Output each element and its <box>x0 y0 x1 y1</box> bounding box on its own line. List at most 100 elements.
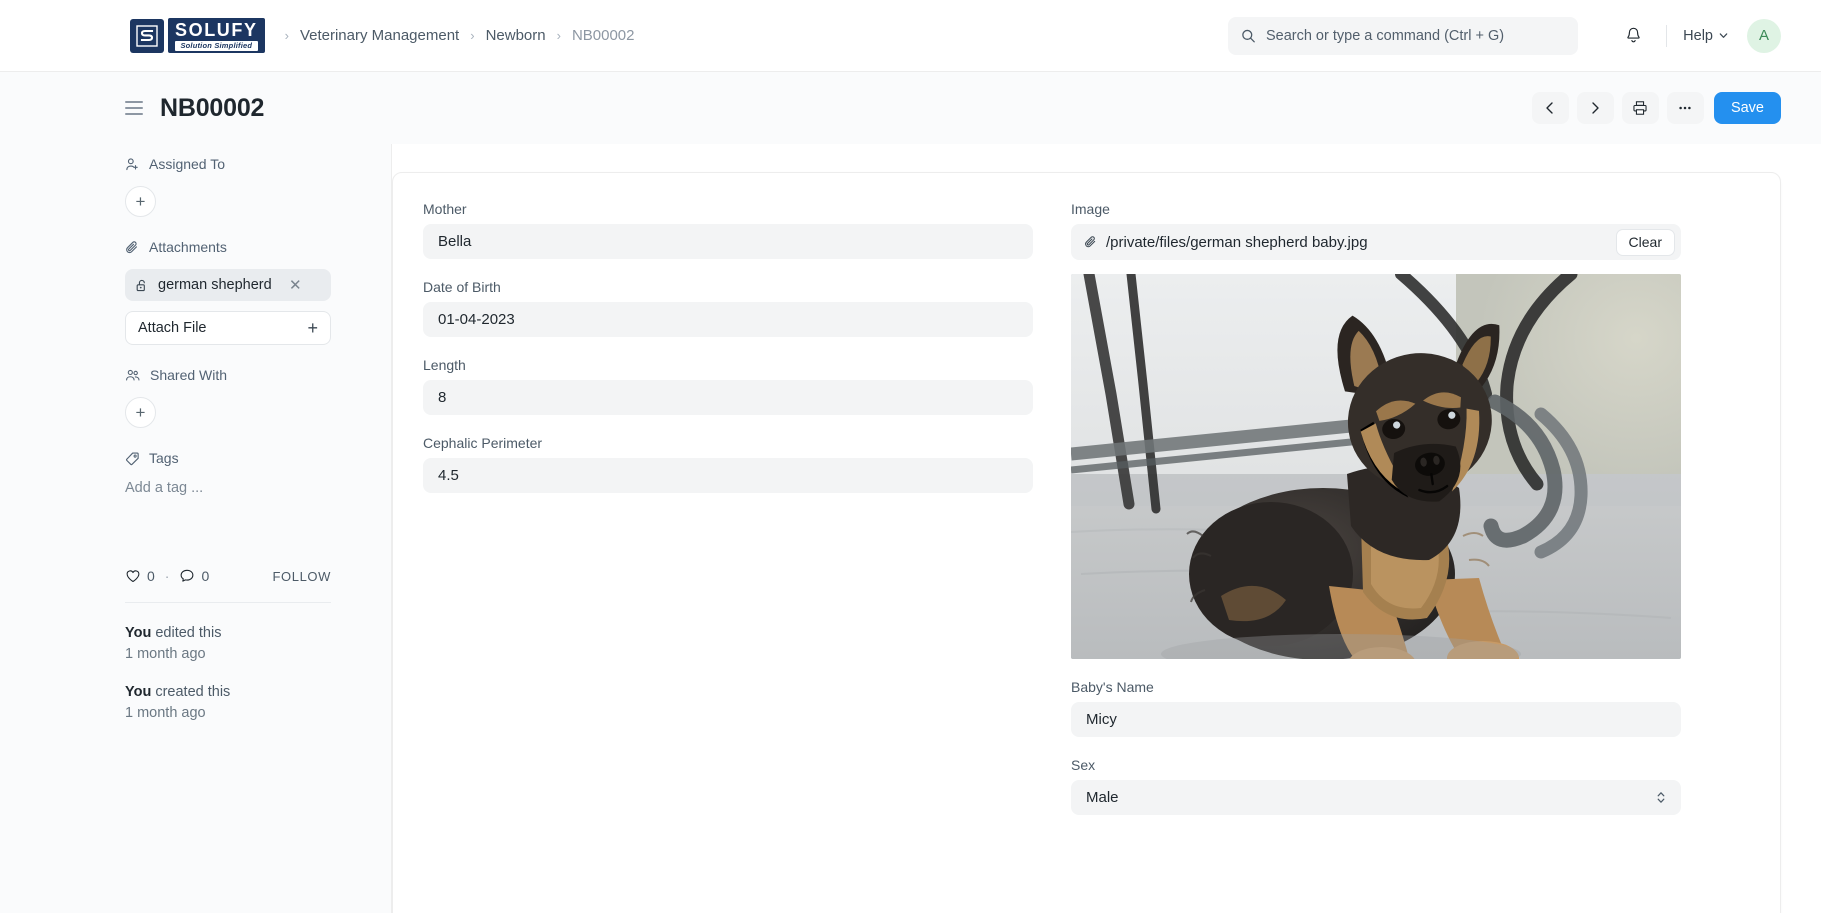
field-length: Length 8 <box>423 357 1033 415</box>
navbar-right-actions: Help A <box>1228 16 1781 55</box>
activity-actor: You <box>125 625 152 641</box>
field-label: Image <box>1071 201 1110 217</box>
user-plus-icon <box>126 157 138 170</box>
attachments-title: Attachments <box>125 239 331 255</box>
social-row: 0 · 0 FOLLOW <box>125 568 331 584</box>
comment-count: 0 <box>201 568 210 584</box>
field-label: Sex <box>1071 757 1096 773</box>
logo-wordmark: SOLUFY <box>175 20 258 41</box>
paperclip-icon <box>1084 235 1098 249</box>
puppy-photo-illustration <box>1071 274 1681 659</box>
paperclip-icon <box>126 240 137 253</box>
breadcrumb-item-newborn[interactable]: Newborn <box>486 27 546 44</box>
help-menu[interactable]: Help <box>1683 28 1729 44</box>
chevron-down-icon <box>1719 33 1728 38</box>
page-body: Assigned To + Attachments german shepher… <box>0 144 1821 913</box>
hamburger-bar <box>125 107 143 109</box>
hamburger-bar <box>125 113 143 115</box>
top-navbar: SOLUFY Solution Simplified › Veterinary … <box>0 0 1821 72</box>
field-babys-name: Baby's Name Micy <box>1071 679 1681 737</box>
more-options-button[interactable] <box>1666 92 1704 124</box>
sidebar-divider <box>125 602 331 603</box>
save-button[interactable]: Save <box>1713 92 1781 124</box>
babys-name-input[interactable]: Micy <box>1071 702 1681 737</box>
date-of-birth-input[interactable]: 01-04-2023 <box>423 302 1033 337</box>
shared-with-label: Shared With <box>150 367 228 383</box>
add-shared-user-button[interactable]: + <box>125 397 156 428</box>
sex-select[interactable]: Male <box>1071 780 1681 815</box>
printer-icon <box>1633 101 1648 115</box>
close-icon[interactable]: ✕ <box>287 276 302 294</box>
follow-button[interactable]: FOLLOW <box>273 569 332 584</box>
breadcrumb-separator: › <box>470 28 475 43</box>
tag-icon <box>126 452 139 465</box>
print-button[interactable] <box>1621 92 1659 124</box>
chevron-left-icon <box>1546 102 1554 114</box>
unlock-icon <box>136 279 145 291</box>
select-spinner-icon <box>1656 790 1666 805</box>
avatar[interactable]: A <box>1747 18 1781 53</box>
assigned-to-label: Assigned To <box>149 156 226 172</box>
breadcrumb-item-current: NB00002 <box>571 27 635 44</box>
field-mother: Mother Bella <box>423 201 1033 259</box>
heart-icon[interactable] <box>125 568 141 584</box>
add-tag-input[interactable]: Add a tag ... <box>125 480 331 496</box>
hamburger-icon[interactable] <box>125 101 143 115</box>
length-input[interactable]: 8 <box>423 380 1033 415</box>
add-assignee-button[interactable]: + <box>125 186 156 217</box>
page-header: NB00002 Save <box>0 72 1821 144</box>
field-label: Cephalic Perimeter <box>423 435 543 451</box>
form-column-left: Mother Bella Date of Birth 01-04-2023 Le… <box>423 201 1033 901</box>
search-input[interactable] <box>1265 27 1566 44</box>
form-card: Mother Bella Date of Birth 01-04-2023 Le… <box>392 172 1781 913</box>
navbar-divider <box>1666 24 1668 47</box>
breadcrumb-item-veterinary-management[interactable]: Veterinary Management <box>300 27 459 44</box>
field-label: Baby's Name <box>1071 679 1154 695</box>
clear-image-button[interactable]: Clear <box>1615 228 1675 256</box>
activity-entry: You edited this 1 month ago <box>125 623 331 665</box>
page-toolbar: Save <box>1531 92 1781 124</box>
previous-record-button[interactable] <box>1531 92 1569 124</box>
users-icon <box>126 369 140 380</box>
chevron-right-icon <box>1592 102 1600 114</box>
form-content: Mother Bella Date of Birth 01-04-2023 Le… <box>392 144 1821 913</box>
notifications-button[interactable] <box>1616 19 1650 53</box>
attachment-item[interactable]: german shepherd ✕ <box>125 269 331 301</box>
puppy-photo <box>1071 274 1681 659</box>
next-record-button[interactable] <box>1576 92 1614 124</box>
image-attachment-row: /private/files/german shepherd baby.jpg … <box>1071 224 1681 260</box>
search-icon <box>1242 29 1256 42</box>
cephalic-perimeter-input[interactable]: 4.5 <box>423 458 1033 493</box>
like-count: 0 <box>147 568 155 584</box>
breadcrumb-separator: › <box>284 28 289 43</box>
assigned-to-section: Assigned To + <box>125 156 331 217</box>
ellipsis-icon <box>1679 106 1692 110</box>
field-label: Length <box>423 357 466 373</box>
field-image: Image /private/files/german shepherd bab… <box>1071 201 1681 659</box>
breadcrumb-separator: › <box>556 28 561 43</box>
plus-icon: + <box>307 317 318 338</box>
activity-actor: You <box>125 684 152 701</box>
social-separator: · <box>164 568 170 584</box>
activity-timestamp: 1 month ago <box>125 705 206 722</box>
search-box[interactable] <box>1228 16 1579 55</box>
sex-selected-value: Male <box>1086 789 1119 806</box>
shared-with-section: Shared With + <box>125 367 331 428</box>
logo-tagline: Solution Simplified <box>175 41 258 51</box>
attach-file-button[interactable]: Attach File + <box>125 311 331 345</box>
brand-logo[interactable]: SOLUFY Solution Simplified <box>130 18 265 53</box>
tags-label: Tags <box>149 450 179 466</box>
page-title: NB00002 <box>160 93 265 122</box>
tags-section: Tags Add a tag ... <box>125 450 331 496</box>
field-date-of-birth: Date of Birth 01-04-2023 <box>423 279 1033 337</box>
comment-icon[interactable] <box>179 568 195 584</box>
mother-input[interactable]: Bella <box>423 224 1033 259</box>
activity-action: edited this <box>155 625 222 641</box>
activity-entry: You created this 1 month ago <box>125 682 331 724</box>
solufy-logo-mark <box>130 18 164 53</box>
shared-with-title: Shared With <box>125 367 331 383</box>
attachment-name: german shepherd <box>158 277 272 293</box>
breadcrumb: › Veterinary Management › Newborn › NB00… <box>285 27 635 44</box>
image-path-link[interactable]: /private/files/german shepherd baby.jpg <box>1106 234 1608 251</box>
field-cephalic-perimeter: Cephalic Perimeter 4.5 <box>423 435 1033 493</box>
